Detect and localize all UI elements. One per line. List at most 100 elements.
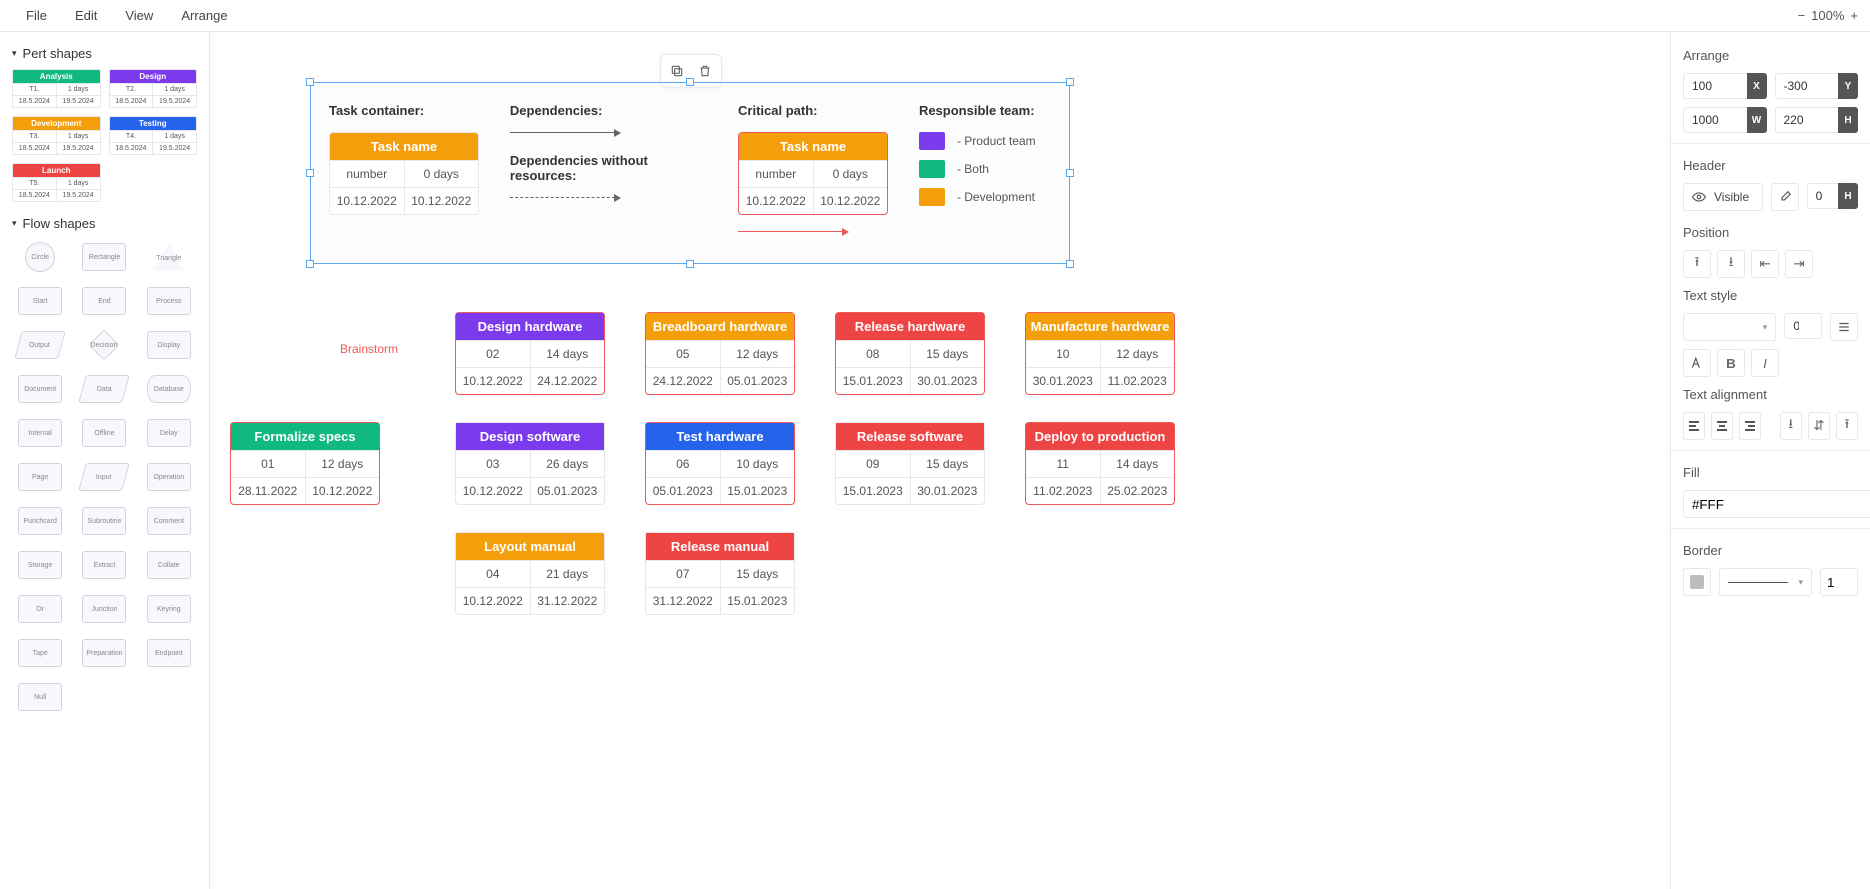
legend-crit-arrow [738, 231, 848, 232]
flow-shape-internal[interactable]: Internal [12, 415, 68, 451]
pos-left-icon[interactable]: ⇤ [1751, 250, 1779, 278]
valign-middle-icon[interactable]: ⇵ [1808, 412, 1830, 440]
align-left-icon[interactable] [1683, 412, 1705, 440]
zoom-out-icon[interactable]: − [1798, 8, 1806, 23]
pos-bottom-icon[interactable]: ⭳ [1717, 250, 1745, 278]
task-node-n6[interactable]: Test hardware0610 days05.01.202315.01.20… [645, 422, 795, 505]
resize-handle[interactable] [306, 78, 314, 86]
flow-shape-start[interactable]: Start [12, 283, 68, 319]
task-node-n10[interactable]: Manufacture hardware1012 days30.01.20231… [1025, 312, 1175, 395]
menu-edit[interactable]: Edit [61, 2, 111, 29]
flow-shape-input[interactable]: Input [76, 459, 132, 495]
flow-shape-junction[interactable]: Junction [76, 591, 132, 627]
legend-team-row: - Both [919, 160, 1051, 178]
task-node-n7[interactable]: Release manual0715 days31.12.202215.01.2… [645, 532, 795, 615]
flow-shape-operation[interactable]: Operation [141, 459, 197, 495]
flow-section-toggle[interactable]: Flow shapes [12, 216, 197, 231]
flow-shape-process[interactable]: Process [141, 283, 197, 319]
valign-top-icon[interactable]: ⭱ [1836, 412, 1858, 440]
flow-shape-display[interactable]: Display [141, 327, 197, 363]
font-family-select[interactable] [1683, 313, 1776, 341]
flow-shape-collate[interactable]: Collate [141, 547, 197, 583]
flow-shape-database[interactable]: Database [141, 371, 197, 407]
header-heading: Header [1683, 158, 1858, 173]
task-node-n11[interactable]: Deploy to production1114 days11.02.20232… [1025, 422, 1175, 505]
text-color-icon[interactable] [1683, 349, 1711, 377]
flow-shape-decision[interactable]: Decision [76, 327, 132, 363]
flow-shape-end[interactable]: End [76, 283, 132, 319]
legend-team-label: Responsible team: [919, 103, 1051, 118]
visible-toggle[interactable]: Visible [1683, 183, 1763, 211]
pert-shape-launch[interactable]: LaunchT5.1 days18.5.202419.5.2024 [12, 163, 101, 202]
border-color[interactable] [1683, 568, 1711, 596]
menu-view[interactable]: View [111, 2, 167, 29]
flow-shape-punchcard[interactable]: Punchcard [12, 503, 68, 539]
flow-shape-subroutine[interactable]: Subroutine [76, 503, 132, 539]
fill-input[interactable] [1683, 490, 1870, 518]
pert-shape-design[interactable]: DesignT2.1 days18.5.202419.5.2024 [109, 69, 198, 108]
flow-shape-keyring[interactable]: Keyring [141, 591, 197, 627]
resize-handle[interactable] [1066, 260, 1074, 268]
flow-shape-preparation[interactable]: Preparation [76, 635, 132, 671]
flow-shape-output[interactable]: Output [12, 327, 68, 363]
pert-shape-development[interactable]: DevelopmentT3.1 days18.5.202419.5.2024 [12, 116, 101, 155]
menu-arrange[interactable]: Arrange [167, 2, 241, 29]
resize-handle[interactable] [686, 78, 694, 86]
flow-shape-comment[interactable]: Comment [141, 503, 197, 539]
flow-shape-triangle[interactable]: Triangle [141, 239, 197, 275]
pos-right-icon[interactable]: ⇥ [1785, 250, 1813, 278]
pert-section-toggle[interactable]: Pert shapes [12, 46, 197, 61]
resize-handle[interactable] [1066, 169, 1074, 177]
resize-handle[interactable] [686, 260, 694, 268]
flow-shape-data[interactable]: Data [76, 371, 132, 407]
flow-shape-endpoint[interactable]: Endpoint [141, 635, 197, 671]
menu-file[interactable]: File [12, 2, 61, 29]
resize-handle[interactable] [306, 169, 314, 177]
task-node-n1[interactable]: Formalize specs0112 days28.11.202210.12.… [230, 422, 380, 505]
pert-shape-analysis[interactable]: AnalysisT1.1 days18.5.202419.5.2024 [12, 69, 101, 108]
pos-top-icon[interactable]: ⭱ [1683, 250, 1711, 278]
align-center-icon[interactable] [1711, 412, 1733, 440]
delete-icon[interactable] [693, 59, 717, 83]
task-node-n4[interactable]: Layout manual0421 days10.12.202231.12.20… [455, 532, 605, 615]
flow-shape-rectangle[interactable]: Rectangle [76, 239, 132, 275]
border-style-select[interactable] [1719, 568, 1812, 596]
line-height-icon[interactable] [1830, 313, 1858, 341]
flow-shape-extract[interactable]: Extract [76, 547, 132, 583]
border-width-input[interactable] [1820, 568, 1858, 596]
zoom-in-icon[interactable]: + [1850, 8, 1858, 23]
valign-bottom-icon[interactable]: ⭳ [1780, 412, 1802, 440]
legend-dep-nores-label: Dependencies without resources: [510, 153, 708, 183]
textstyle-heading: Text style [1683, 288, 1858, 303]
zoom-control: − 100% + [1798, 8, 1858, 23]
flow-shape-offline[interactable]: Offline [76, 415, 132, 451]
fill-heading: Fill [1683, 465, 1858, 480]
task-node-n2[interactable]: Design hardware0214 days10.12.202224.12.… [455, 312, 605, 395]
flow-shape-document[interactable]: Document [12, 371, 68, 407]
color-picker-button[interactable] [1771, 183, 1799, 211]
resize-handle[interactable] [1066, 78, 1074, 86]
flow-shape-delay[interactable]: Delay [141, 415, 197, 451]
flow-shape-tape[interactable]: Tape [12, 635, 68, 671]
arrange-heading: Arrange [1683, 48, 1858, 63]
resize-handle[interactable] [306, 260, 314, 268]
flow-shape-or[interactable]: Or [12, 591, 68, 627]
canvas[interactable]: Task container: Task name number0 days 1… [210, 32, 1670, 889]
bold-icon[interactable]: B [1717, 349, 1745, 377]
flow-shape-null[interactable]: Null [12, 679, 68, 715]
task-node-n9[interactable]: Release software0915 days15.01.202330.01… [835, 422, 985, 505]
pert-shape-testing[interactable]: TestingT4.1 days18.5.202419.5.2024 [109, 116, 198, 155]
task-node-n5[interactable]: Breadboard hardware0512 days24.12.202205… [645, 312, 795, 395]
align-right-icon[interactable] [1739, 412, 1761, 440]
selection-legend[interactable]: Task container: Task name number0 days 1… [310, 82, 1070, 264]
task-node-n8[interactable]: Release hardware0815 days15.01.202330.01… [835, 312, 985, 395]
legend-dep-arrow [510, 132, 620, 133]
font-size-input[interactable] [1784, 313, 1822, 339]
legend-task-container-label: Task container: [329, 103, 480, 118]
task-node-n3[interactable]: Design software0326 days10.12.202205.01.… [455, 422, 605, 505]
italic-icon[interactable]: I [1751, 349, 1779, 377]
legend-dep-arrow-dashed [510, 197, 620, 198]
flow-shape-storage[interactable]: Storage [12, 547, 68, 583]
flow-shape-page[interactable]: Page [12, 459, 68, 495]
flow-shape-circle[interactable]: Circle [12, 239, 68, 275]
